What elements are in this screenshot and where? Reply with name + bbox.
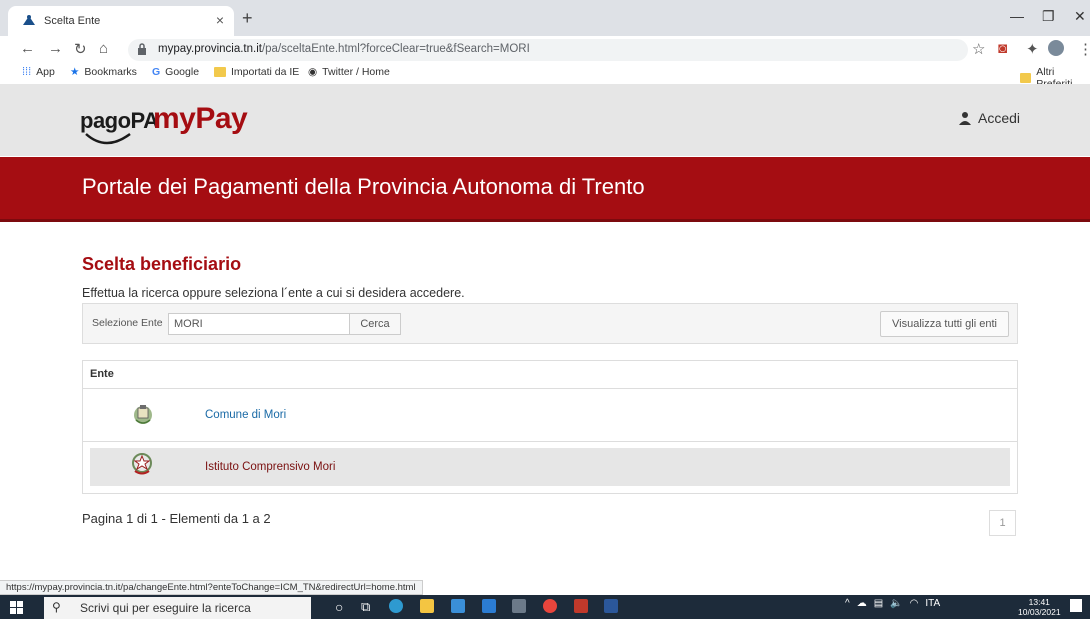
globe-icon: ◉	[308, 66, 318, 78]
star-icon: ★	[70, 66, 80, 78]
browser-status-url: https://mypay.provincia.tn.it/pa/changeE…	[0, 580, 423, 595]
url-host: mypay.provincia.tn.it	[158, 43, 262, 55]
user-icon	[959, 112, 971, 125]
ente-link-istituto-comprensivo-mori[interactable]: Istituto Comprensivo Mori	[205, 461, 335, 473]
menu-icon[interactable]: ⋮	[1078, 40, 1090, 58]
pagopa-swoosh-icon	[85, 132, 131, 145]
app-icon[interactable]	[574, 599, 588, 613]
volume-icon[interactable]: 🔈	[890, 598, 902, 609]
url-path: /pa/sceltaEnte.html?forceClear=true&fSea…	[261, 43, 530, 55]
calculator-icon[interactable]	[512, 599, 526, 613]
forward-icon[interactable]: →	[48, 40, 63, 57]
profile-avatar[interactable]	[1048, 40, 1064, 56]
portal-title: Portale dei Pagamenti della Provincia Au…	[82, 174, 645, 199]
pagination-info: Pagina 1 di 1 - Elementi da 1 a 2	[82, 511, 271, 526]
bookmark-google[interactable]: G Google	[152, 66, 199, 78]
wifi-icon[interactable]: ◠	[910, 598, 919, 609]
taskbar-search-placeholder: Scrivi qui per eseguire la ricerca	[80, 601, 251, 615]
back-icon[interactable]: ←	[20, 40, 35, 57]
clock-time: 13:41	[1028, 597, 1050, 607]
municipality-crest-icon	[134, 405, 152, 424]
word-icon[interactable]	[604, 599, 618, 613]
reload-icon[interactable]: ↻	[74, 40, 87, 58]
instructions-text: Effettua la ricerca oppure seleziona l´e…	[82, 286, 465, 300]
language-indicator[interactable]: ITA	[925, 598, 940, 609]
file-explorer-icon[interactable]	[420, 599, 434, 613]
view-all-button[interactable]: Visualizza tutti gli enti	[880, 311, 1009, 337]
page-title: Scelta beneficiario	[82, 254, 242, 274]
chevron-up-icon[interactable]: ^	[845, 598, 850, 609]
store-icon[interactable]	[451, 599, 465, 613]
mypay-favicon-icon	[23, 15, 35, 25]
browser-tab[interactable]: Scelta Ente ×	[8, 6, 234, 36]
bookmark-bookmarks[interactable]: ★ Bookmarks	[70, 66, 137, 78]
address-bar[interactable]: mypay.provincia.tn.it/pa/sceltaEnte.html…	[128, 39, 968, 61]
taskbar-clock[interactable]: 13:41 10/03/2021	[1018, 597, 1061, 617]
tab-close-icon[interactable]: ×	[216, 12, 224, 28]
home-icon[interactable]: ⌂	[99, 40, 108, 57]
search-icon: ⚲	[52, 600, 61, 614]
chrome-icon[interactable]	[543, 599, 557, 613]
edge-icon[interactable]	[389, 599, 403, 613]
clock-date: 10/03/2021	[1018, 607, 1061, 617]
ente-link-comune-di-mori[interactable]: Comune di Mori	[205, 409, 286, 421]
bookmark-importati[interactable]: Importati da IE	[214, 66, 299, 78]
login-label: Accedi	[978, 110, 1021, 126]
italian-republic-emblem-icon	[132, 453, 152, 475]
folder-icon	[214, 67, 226, 77]
mypay-logo: myPay	[153, 102, 248, 135]
task-view-icon[interactable]: ⧉	[361, 599, 370, 615]
maximize-icon[interactable]: ❐	[1042, 8, 1055, 25]
pocket-extension-icon[interactable]: ◙	[998, 40, 1007, 57]
new-tab-button[interactable]: +	[242, 8, 253, 29]
apps-grid-icon: ⁞⁞⁞	[22, 66, 32, 78]
login-button[interactable]: Accedi	[958, 110, 1020, 126]
star-icon[interactable]: ☆	[972, 40, 985, 58]
network-icon[interactable]: ▤	[874, 598, 883, 609]
search-input[interactable]	[168, 313, 350, 335]
windows-start-icon[interactable]	[10, 601, 23, 614]
notifications-icon[interactable]	[1070, 599, 1082, 612]
bookmark-twitter[interactable]: ◉ Twitter / Home	[308, 66, 390, 78]
window-close-icon[interactable]: ✕	[1074, 8, 1086, 25]
bookmark-apps[interactable]: ⁞⁞⁞ App	[22, 66, 55, 78]
extensions-icon[interactable]: ✦	[1026, 40, 1039, 58]
cloud-icon[interactable]: ☁	[857, 598, 867, 609]
folder-icon	[1020, 73, 1032, 83]
lock-icon	[138, 43, 146, 55]
minimize-icon[interactable]: —	[1010, 8, 1024, 24]
search-label: Selezione Ente	[92, 317, 163, 329]
system-tray: ^ ☁ ▤ 🔈 ◠ ITA	[845, 598, 940, 609]
tab-title: Scelta Ente	[44, 15, 101, 27]
pagination-page-button[interactable]: 1	[989, 510, 1016, 536]
table-header-ente: Ente	[90, 368, 114, 380]
taskbar-search-box[interactable]: ⚲ Scrivi qui per eseguire la ricerca	[44, 597, 311, 619]
address-url: mypay.provincia.tn.it/pa/sceltaEnte.html…	[158, 43, 530, 55]
google-icon: G	[152, 66, 161, 78]
search-button[interactable]: Cerca	[349, 313, 401, 335]
cortana-icon[interactable]: ○	[335, 599, 343, 615]
mail-icon[interactable]	[482, 599, 496, 613]
